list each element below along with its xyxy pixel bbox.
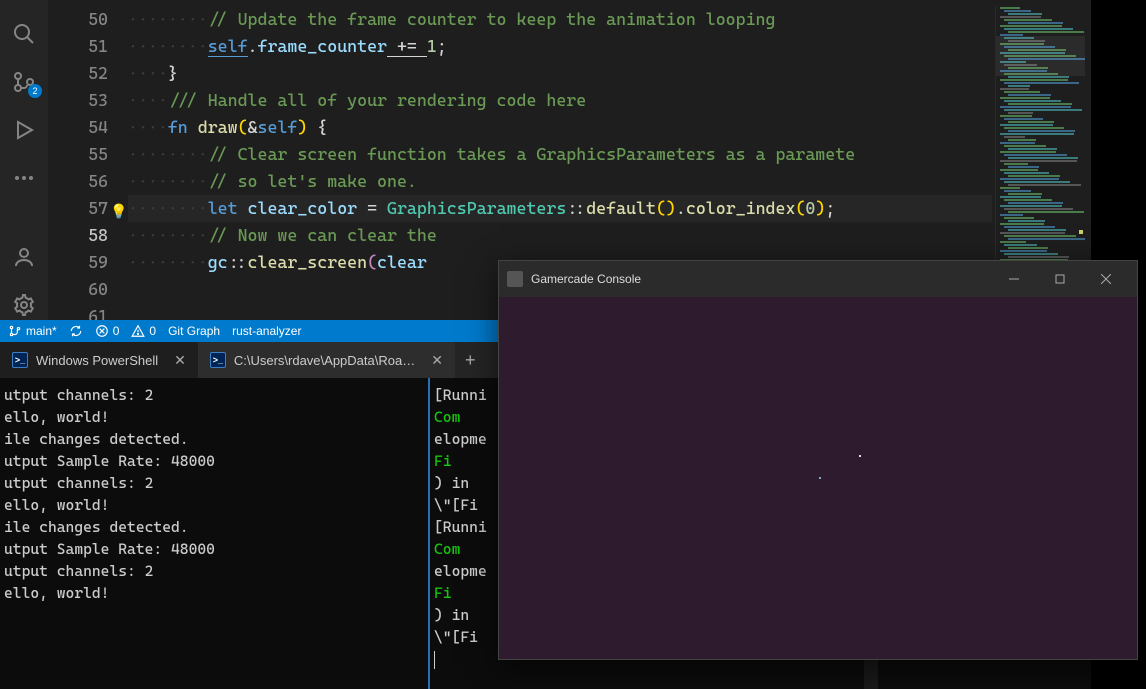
status-rust-analyzer[interactable]: rust-analyzer: [232, 324, 301, 338]
close-icon[interactable]: ✕: [174, 352, 186, 369]
maximize-button[interactable]: [1037, 261, 1083, 297]
minimap-viewport[interactable]: [996, 36, 1085, 76]
code-comment: // Update the frame counter to keep the …: [208, 9, 776, 29]
status-branch[interactable]: main*: [8, 324, 57, 338]
terminal-line: ello, world!: [4, 582, 424, 604]
minimize-button[interactable]: [991, 261, 1037, 297]
gamercade-window[interactable]: Gamercade Console: [498, 260, 1138, 660]
chevron-right-icon: ›: [87, 0, 95, 1]
number: 0: [805, 198, 815, 218]
add-terminal-button[interactable]: +: [455, 350, 486, 371]
line-number: 54: [48, 114, 108, 141]
line-number: 60: [48, 276, 108, 303]
line-number: 53: [48, 87, 108, 114]
crumb-impl: {} impl crate::Game for MyGame: [189, 0, 413, 1]
keyword-fn: fn: [168, 117, 188, 137]
terminal-tab-label: Windows PowerShell: [36, 353, 158, 368]
git-branch-icon: [8, 324, 22, 338]
terminal-line: ile changes detected.: [4, 516, 424, 538]
field: frame_counter: [258, 36, 388, 56]
line-number: 58: [48, 222, 108, 249]
code-comment: // so let's make one.: [208, 171, 417, 191]
terminal-line: utput Sample Rate: 48000: [4, 538, 424, 560]
line-number: 55: [48, 141, 108, 168]
powershell-icon: >_: [12, 352, 28, 368]
terminal-line: utput channels: 2: [4, 560, 424, 582]
game-canvas[interactable]: [499, 297, 1137, 659]
source-control-icon[interactable]: 2: [10, 68, 38, 96]
type: GraphicsParameters: [387, 198, 566, 218]
terminal-tab-powershell[interactable]: >_ Windows PowerShell ✕: [0, 342, 198, 378]
close-icon[interactable]: ✕: [431, 352, 443, 369]
crumb-file: ⊙ game.rs: [98, 0, 169, 1]
line-number: 57: [48, 195, 108, 222]
fn-call: default: [586, 198, 656, 218]
terminal-line: utput channels: 2: [4, 472, 424, 494]
powershell-icon: >_: [210, 352, 226, 368]
terminal-line: ello, world!: [4, 406, 424, 428]
fn-call: color_index: [686, 198, 796, 218]
more-icon[interactable]: [10, 164, 38, 192]
line-number: 50: [48, 6, 108, 33]
warning-icon: [131, 324, 145, 338]
search-icon[interactable]: [10, 20, 38, 48]
settings-gear-icon[interactable]: [10, 291, 38, 319]
status-errors[interactable]: 0: [95, 324, 120, 338]
keyword-let: let: [208, 198, 238, 218]
game-pixel: [819, 477, 821, 479]
line-number: 52: [48, 60, 108, 87]
number: 1: [427, 36, 437, 56]
terminal-line: utput channels: 2: [4, 384, 424, 406]
game-pixel: [859, 455, 861, 457]
fn-name: draw: [188, 117, 238, 137]
account-icon[interactable]: [10, 243, 38, 271]
method-icon: ⊡: [433, 0, 447, 1]
terminal-line: ello, world!: [4, 494, 424, 516]
crumb-fn: ⊡ draw: [433, 0, 481, 1]
variable: clear_color: [238, 198, 358, 218]
editor-gutter[interactable]: 50 51 52 53 54 55 56 57 58 59 60 61: [48, 6, 128, 320]
window-titlebar[interactable]: Gamercade Console: [499, 261, 1137, 297]
run-debug-icon[interactable]: [10, 116, 38, 144]
sync-icon: [69, 324, 83, 338]
fn-call: clear_screen: [248, 252, 368, 272]
rust-file-icon: ⊙: [98, 0, 112, 1]
code-comment: // Now we can clear the: [208, 225, 437, 245]
keyword-self: self: [208, 36, 248, 57]
chevron-right-icon: ›: [421, 0, 429, 1]
crumb-folder: src: [56, 0, 79, 1]
error-icon: [95, 324, 109, 338]
close-button[interactable]: [1083, 261, 1129, 297]
brackets-icon: {}: [189, 0, 203, 1]
terminal-line: ile changes detected.: [4, 428, 424, 450]
app-icon: [507, 271, 523, 287]
scrollbar-marker: [1079, 230, 1083, 234]
operator: +=: [387, 36, 427, 57]
lightbulb-icon[interactable]: 💡: [110, 199, 127, 226]
chevron-right-icon: ›: [178, 0, 186, 1]
status-warnings[interactable]: 0: [131, 324, 156, 338]
terminal-pane-left[interactable]: utput channels: 2 ello, world! ile chang…: [0, 378, 430, 689]
terminal-line: utput Sample Rate: 48000: [4, 450, 424, 472]
window-title: Gamercade Console: [531, 272, 641, 286]
terminal-cursor: [434, 651, 435, 669]
status-sync[interactable]: [69, 324, 83, 338]
line-number: 51: [48, 33, 108, 60]
scm-badge: 2: [28, 84, 42, 98]
terminal-tab-label: C:\Users\rdave\AppData\Roa…: [234, 353, 415, 368]
line-number: 56: [48, 168, 108, 195]
line-number: 59: [48, 249, 108, 276]
terminal-tab-path[interactable]: >_ C:\Users\rdave\AppData\Roa… ✕: [198, 342, 455, 378]
code-comment: // Clear screen function takes a Graphic…: [208, 144, 855, 164]
code-doc-comment: /// Handle all of your rendering code he…: [168, 90, 586, 110]
status-gitgraph[interactable]: Git Graph: [168, 324, 220, 338]
